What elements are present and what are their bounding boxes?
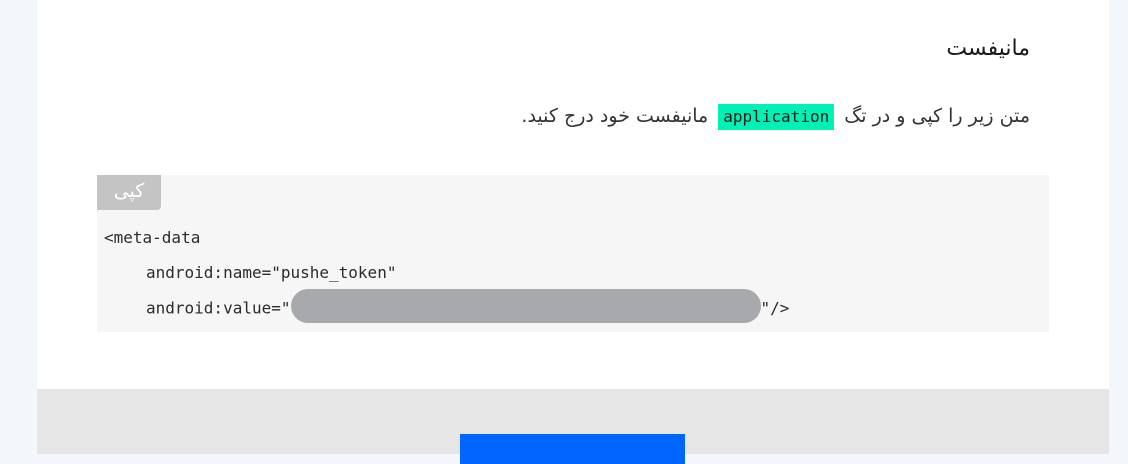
primary-button[interactable] bbox=[460, 434, 685, 464]
code-line-1: <meta-data bbox=[104, 225, 789, 260]
instruction-after: مانیفست خود درج کنید. bbox=[521, 105, 709, 127]
section-title: مانیفست bbox=[946, 36, 1030, 61]
copy-button[interactable]: کپی bbox=[97, 175, 161, 210]
code-line-2-text: android:name="pushe_token" bbox=[146, 263, 397, 282]
redacted-token bbox=[290, 289, 761, 323]
code-block: کپی <meta-data android:name="pushe_token… bbox=[97, 175, 1049, 332]
code-content: <meta-data android:name="pushe_token" an… bbox=[104, 225, 789, 330]
instruction-before: متن زیر را کپی و در تگ bbox=[844, 105, 1030, 127]
code-line-3: android:value=" "/> bbox=[104, 289, 790, 330]
code-line-3-suffix: "/> bbox=[760, 298, 790, 318]
code-line-1-text: <meta-data bbox=[104, 228, 201, 247]
footer-bar bbox=[37, 389, 1109, 464]
instruction-text: متن زیر را کپی و در تگ application مانیف… bbox=[521, 101, 1030, 131]
code-line-3-prefix: android:value=" bbox=[146, 298, 291, 318]
tag-name-highlight: application bbox=[718, 104, 835, 130]
manifest-card: مانیفست متن زیر را کپی و در تگ applicati… bbox=[37, 0, 1109, 389]
